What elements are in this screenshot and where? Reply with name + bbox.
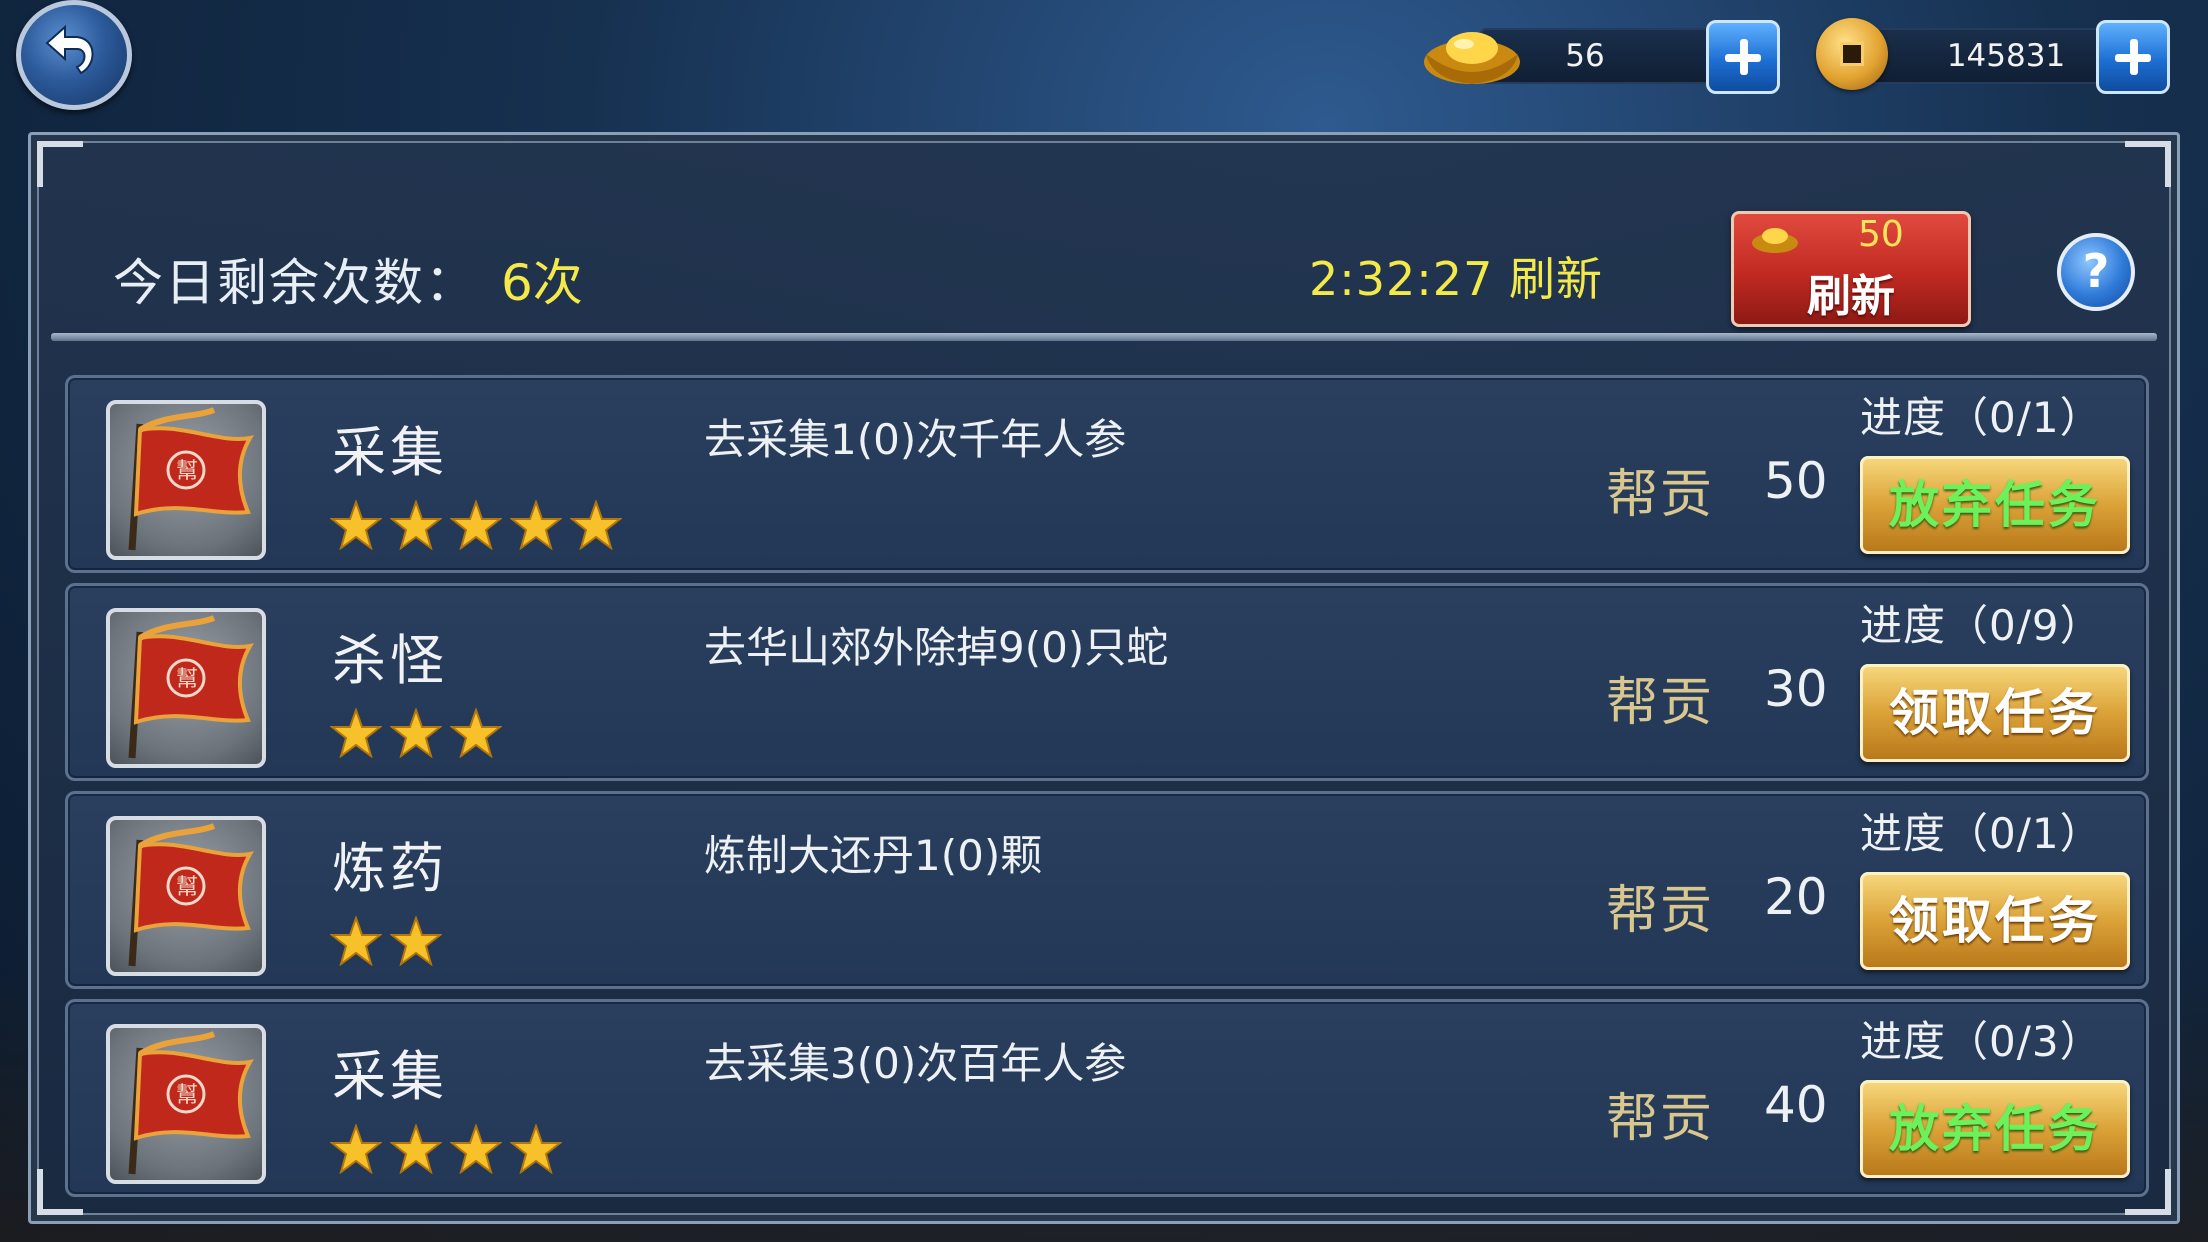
question-icon: ? [2082, 244, 2110, 298]
reward-value: 30 [1764, 660, 1828, 718]
task-row: 幫 采集 去采集3(0)次百年人参 帮贡 40 进度（0/3） 放弃任务 [65, 999, 2149, 1197]
task-row: 幫 炼药 炼制大还丹1(0)颗 帮贡 20 进度（0/1） 领取任务 [65, 791, 2149, 989]
star-icon [389, 498, 443, 551]
back-arrow-icon [45, 24, 94, 75]
task-progress: 进度（0/3） [1860, 1017, 2103, 1066]
star-icon [329, 1122, 383, 1175]
svg-text:幫: 幫 [176, 667, 198, 692]
star-icon [329, 498, 383, 551]
remaining-count: 6次 [501, 254, 583, 312]
reward-value: 50 [1764, 452, 1828, 510]
header-divider [51, 333, 2157, 341]
task-difficulty-stars [329, 498, 630, 554]
guild-banner-icon: 幫 [106, 400, 266, 560]
gold-ingot-icon [1752, 228, 1798, 253]
guild-banner-icon: 幫 [106, 816, 266, 976]
task-description: 去采集1(0)次千年人参 [704, 415, 1127, 464]
add-coin-button[interactable] [2096, 20, 2170, 94]
star-icon [449, 1122, 503, 1175]
ingot-currency: 56 [1420, 18, 1782, 94]
panel-header: 今日剩余次数： 6次 2:32:27 刷新 50 刷新 ? [55, 159, 2159, 349]
accept-task-button[interactable]: 领取任务 [1860, 664, 2130, 762]
back-button[interactable] [16, 0, 132, 110]
remaining-label: 今日剩余次数： [113, 254, 477, 312]
star-icon [389, 914, 443, 967]
task-difficulty-stars [329, 706, 510, 762]
task-description: 去华山郊外除掉9(0)只蛇 [704, 623, 1169, 672]
help-button[interactable]: ? [2057, 233, 2135, 311]
task-description: 去采集3(0)次百年人参 [704, 1039, 1127, 1088]
guild-banner-icon: 幫 [106, 608, 266, 768]
refresh-button[interactable]: 50 刷新 [1731, 211, 1971, 327]
star-icon [449, 706, 503, 759]
star-icon [389, 1122, 443, 1175]
refresh-timer: 2:32:27 刷新 [1309, 252, 1603, 306]
star-icon [389, 706, 443, 759]
task-progress: 进度（0/1） [1860, 809, 2103, 858]
abandon-task-button[interactable]: 放弃任务 [1860, 456, 2130, 554]
task-progress: 进度（0/9） [1860, 601, 2103, 650]
svg-text:幫: 幫 [176, 459, 198, 484]
add-ingot-button[interactable] [1706, 20, 1780, 94]
task-name: 采集 [332, 421, 448, 484]
task-name: 采集 [332, 1045, 448, 1108]
svg-text:幫: 幫 [176, 875, 198, 900]
task-row: 幫 采集 去采集1(0)次千年人参 帮贡 50 进度（0/1） 放弃任务 [65, 375, 2149, 573]
star-icon [509, 498, 563, 551]
task-description: 炼制大还丹1(0)颗 [704, 831, 1043, 880]
refresh-cost: 50 [1858, 214, 1904, 255]
task-difficulty-stars [329, 914, 450, 970]
gold-ingot-icon [1424, 32, 1520, 84]
copper-coin-icon [1816, 18, 1888, 90]
task-name: 炼药 [332, 837, 448, 900]
accept-task-button[interactable]: 领取任务 [1860, 872, 2130, 970]
guild-task-panel: 今日剩余次数： 6次 2:32:27 刷新 50 刷新 ? 幫 采集 去采集1(… [28, 132, 2180, 1224]
coin-amount: 145831 [1946, 38, 2066, 74]
reward-value: 40 [1764, 1076, 1828, 1134]
star-icon [569, 498, 623, 551]
reward-value: 20 [1764, 868, 1828, 926]
star-icon [509, 1122, 563, 1175]
reward-label: 帮贡 [1606, 465, 1715, 525]
guild-banner-icon: 幫 [106, 1024, 266, 1184]
reward-label: 帮贡 [1606, 673, 1715, 733]
coin-currency: 145831 [1812, 18, 2174, 94]
reward-label: 帮贡 [1606, 881, 1715, 941]
star-icon [329, 706, 383, 759]
task-name: 杀怪 [332, 629, 448, 692]
star-icon [449, 498, 503, 551]
reward-label: 帮贡 [1606, 1089, 1715, 1149]
ingot-amount: 56 [1565, 38, 1605, 74]
refresh-label: 刷新 [1807, 271, 1895, 322]
svg-text:幫: 幫 [176, 1083, 198, 1108]
abandon-task-button[interactable]: 放弃任务 [1860, 1080, 2130, 1178]
star-icon [329, 914, 383, 967]
task-difficulty-stars [329, 1122, 570, 1178]
task-row: 幫 杀怪 去华山郊外除掉9(0)只蛇 帮贡 30 进度（0/9） 领取任务 [65, 583, 2149, 781]
task-progress: 进度（0/1） [1860, 393, 2103, 442]
